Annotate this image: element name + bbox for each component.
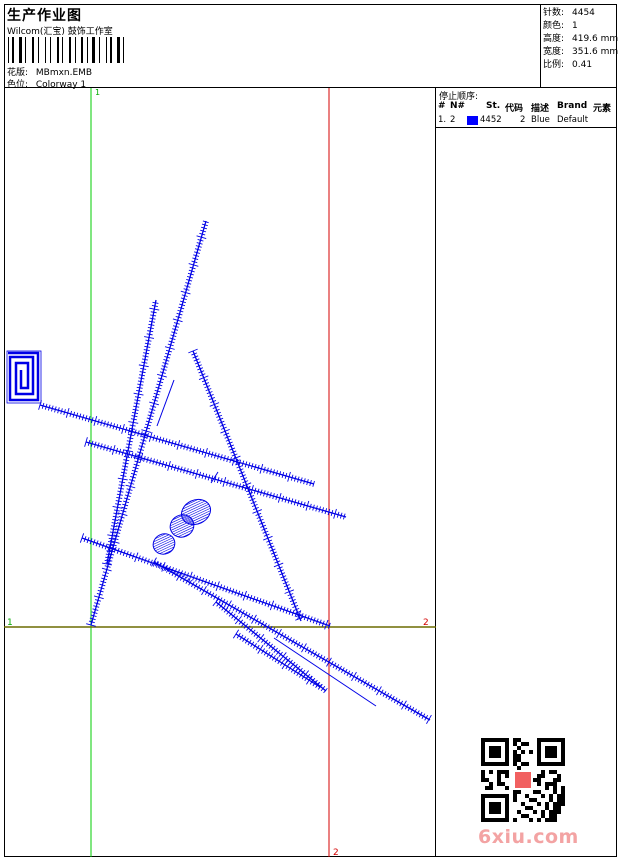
stat-scale: 比例: 0.41 [543,60,593,70]
barcode [8,37,124,63]
col-stitches: St. [486,101,501,111]
col-brand: Brand [557,101,588,111]
table-row[interactable]: 1. 2 4452 2 Blue Default [436,115,617,127]
embroidery-preview: 1 1 2 2 [4,88,436,857]
software-subtitle: Wilcom(汇宝) 鼓饰工作室 [7,27,113,37]
watermark: 6xiu.com [478,826,579,848]
page-title: 生产作业图 [7,8,82,24]
stop-table-header: # N# St. 代码 描述 Brand 元素 [436,101,617,114]
guide-label-v2: 2 [333,848,339,857]
row-code: 2 [520,115,526,125]
stat-stitches: 针数: 4454 [543,8,595,18]
col-needle: N# [450,101,466,111]
design-canvas: 1 1 2 2 [4,88,436,857]
header-info: 生产作业图 Wilcom(汇宝) 鼓饰工作室 花版: MBmxn.EMB 色位:… [4,4,541,90]
row-desc: Blue [531,115,550,125]
col-element: 元素 [593,104,612,114]
stat-colors: 颜色: 1 [543,21,578,31]
table-divider [436,127,617,128]
stat-width: 宽度: 351.6 mm [543,47,619,57]
row-needle: 2 [450,115,456,125]
stat-height: 高度: 419.6 mm [543,34,619,44]
row-brand: Default [557,115,589,125]
stitch-layer [6,220,432,724]
col-desc: 描述 [531,104,550,114]
qr-code [481,738,565,822]
guide-label-v1: 1 [95,88,100,97]
row-index: 1. [438,115,447,125]
guide-label-h1-right: 2 [423,618,429,628]
col-index: # [438,101,446,111]
row-stitches: 4452 [480,115,502,125]
design-stats: 针数: 4454 颜色: 1 高度: 419.6 mm 宽度: 351.6 mm 比例:… [541,4,619,88]
guide-label-h1-left: 1 [7,618,13,628]
col-code: 代码 [505,104,524,114]
